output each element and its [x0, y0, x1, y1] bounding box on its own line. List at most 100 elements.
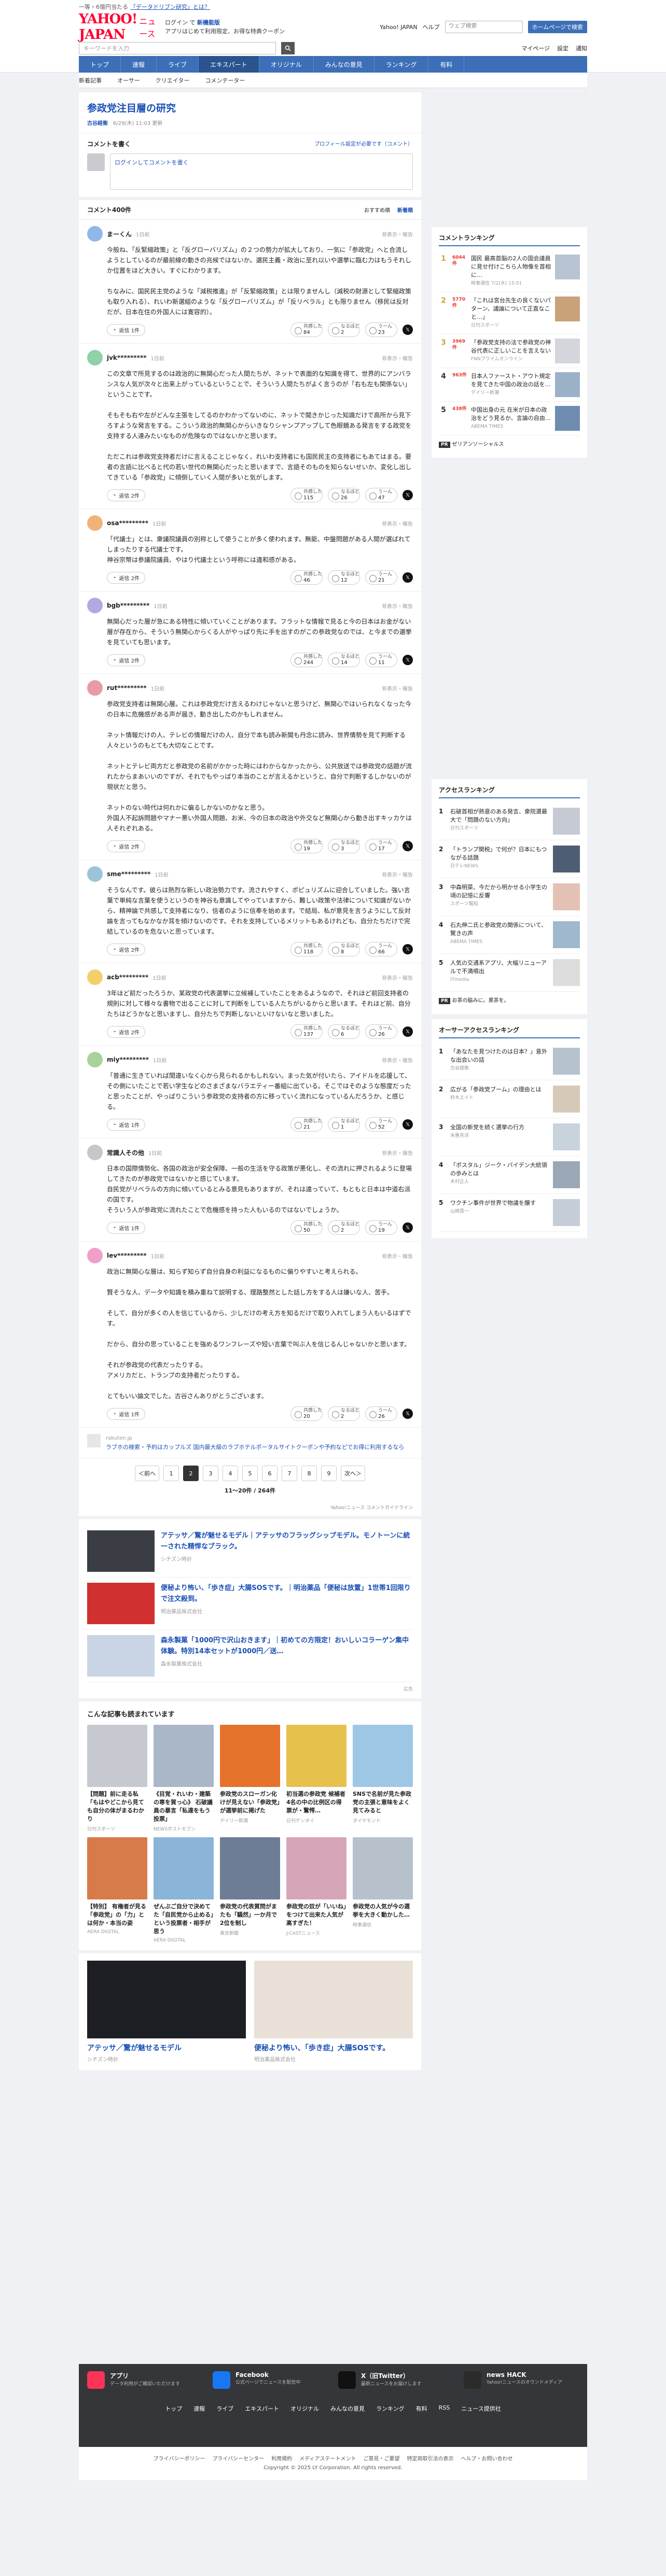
avatar[interactable]	[87, 1052, 103, 1067]
footer-link[interactable]: トップ	[165, 2404, 182, 2413]
x-share-icon[interactable]: 𝕏	[403, 841, 413, 851]
reaction-button[interactable]: うーん 26	[365, 1406, 397, 1421]
reply-button[interactable]: ⌄ 返信 2件	[107, 654, 145, 666]
legal-link[interactable]: プライバシーポリシー	[154, 2454, 205, 2462]
page-button[interactable]: 6	[262, 1466, 278, 1481]
reaction-button[interactable]: 共感した 115	[290, 488, 323, 502]
reaction-button[interactable]: 共感した 137	[290, 1024, 323, 1039]
avatar[interactable]	[87, 866, 103, 882]
nav-tab[interactable]: オリジナル	[259, 56, 314, 73]
side-ad-2[interactable]	[432, 463, 587, 774]
nav-tab[interactable]: トップ	[79, 56, 121, 73]
reply-button[interactable]: ⌄ 返信 1件	[107, 1118, 145, 1131]
page-button[interactable]: 3	[203, 1466, 218, 1481]
report-link[interactable]: 非表示・報告	[382, 1149, 413, 1157]
reaction-button[interactable]: 共感した 19	[290, 839, 323, 853]
reaction-button[interactable]: うーん 23	[365, 322, 397, 337]
comment-user[interactable]: acb*********	[107, 974, 148, 981]
footer-app-link[interactable]: Facebook 公式ページでニュースを配信中	[213, 2371, 328, 2389]
rec-article[interactable]: 参政党の代表質問がまたも「騒然」一か月で2位を制し 東京新聞	[220, 1837, 280, 1943]
pr-item-2[interactable]: PR お茶の脇みに。黒茶を。	[439, 992, 580, 1008]
reply-button[interactable]: ⌄ 返信 1件	[107, 323, 145, 336]
report-link[interactable]: 非表示・報告	[382, 602, 413, 610]
pr-item[interactable]: PR ゼリアンソーシャルス	[439, 435, 580, 452]
footer-link[interactable]: エキスパート	[245, 2404, 279, 2413]
avatar[interactable]	[87, 1145, 103, 1160]
ad-text[interactable]: ラブホの検索・予約はカップルズ 国内最大級のラブホテルポータルサイトクーポンや予…	[106, 1443, 404, 1452]
sort-recommended[interactable]: おすすめ順	[364, 206, 390, 214]
comment-guideline-link[interactable]: Yahoo!ニュース コメントガイドライン	[79, 1502, 421, 1516]
nav-tab[interactable]: みんなの意見	[314, 56, 374, 73]
avatar[interactable]	[87, 969, 103, 985]
reaction-button[interactable]: 共感した 50	[290, 1220, 323, 1235]
page-button[interactable]: 4	[223, 1466, 238, 1481]
report-link[interactable]: 非表示・報告	[382, 519, 413, 527]
rec-article[interactable]: 参政党のスローガン化けが見えない「参政党」が選挙前に掲げた デイリー新潮	[220, 1725, 280, 1832]
footer-link[interactable]: 速報	[193, 2404, 205, 2413]
reply-button[interactable]: ⌄ 返信 2件	[107, 489, 145, 501]
reaction-button[interactable]: なるほど 2	[328, 1220, 360, 1235]
access-ranking-item[interactable]: 4 石丸伸二氏と参政党の関係について、驚きの声 ABEMA TIMES	[439, 916, 580, 954]
reaction-button[interactable]: なるほど 26	[328, 488, 360, 502]
reaction-button[interactable]: 共感した 20	[290, 1406, 323, 1421]
subnav-item[interactable]: 新着記事	[79, 76, 102, 85]
page-button[interactable]: 2	[183, 1466, 199, 1481]
reaction-button[interactable]: なるほど 12	[328, 570, 360, 585]
prev-page-button[interactable]: ＜前へ	[135, 1466, 159, 1481]
reaction-button[interactable]: うーん 11	[365, 653, 397, 667]
comment-user[interactable]: jvk*********	[107, 354, 146, 361]
footer-app-link[interactable]: アプリ データ利用がご確認いただけます	[87, 2371, 202, 2389]
comment-user[interactable]: bgb*********	[107, 602, 149, 609]
author-ranking-item[interactable]: 5 ワクチン事件が世界で物議を醸す 山崎晋一	[439, 1194, 580, 1232]
reply-button[interactable]: ⌄ 返信 2件	[107, 943, 145, 955]
web-search-button[interactable]: ホームページで検索	[528, 21, 587, 33]
reply-button[interactable]: ⌄ 返信 1件	[107, 1407, 145, 1420]
page-button[interactable]: 9	[321, 1466, 337, 1481]
big-ad-item[interactable]: 便秘より怖い、「歩き症」大腸SOSです。 明治薬品株式会社	[254, 1961, 413, 2063]
footer-link[interactable]: 有料	[416, 2404, 427, 2413]
avatar[interactable]	[87, 515, 103, 531]
reaction-button[interactable]: 共感した 21	[290, 1117, 323, 1132]
footer-link[interactable]: オリジナル	[290, 2404, 319, 2413]
article-title[interactable]: 参政党注目層の研究	[87, 101, 413, 115]
legal-link[interactable]: 特定商取引法の表示	[407, 2454, 453, 2462]
comment-ranking-item[interactable]: 3 3969件 「参政党支持の法で参政党の神谷代表に正しいことを言えない FNNプ…	[439, 334, 580, 368]
news-search-input[interactable]: キーワードを入力	[79, 42, 276, 54]
author-ranking-item[interactable]: 3 全国の新党を続く選挙の行方 米重克洋	[439, 1118, 580, 1156]
footer-link[interactable]: ニュース提供社	[461, 2404, 501, 2413]
avatar[interactable]	[87, 1248, 103, 1263]
reply-button[interactable]: ⌄ 返信 2件	[107, 1025, 145, 1038]
legal-link[interactable]: メディアステートメント	[299, 2454, 356, 2462]
footer-app-link[interactable]: news HACK Yahoo!ニュースのオウンドメディア	[464, 2371, 579, 2389]
nav-tab[interactable]: 有料	[428, 56, 465, 73]
reply-button[interactable]: ⌄ 返信 2件	[107, 840, 145, 852]
avatar[interactable]	[87, 350, 103, 365]
comment-user[interactable]: まーくん	[107, 230, 132, 238]
nav-tab[interactable]: ライブ	[157, 56, 199, 73]
comment-ranking-item[interactable]: 5 438件 中国出身の元 在米が日本の政治をどう見るか、言論の自由… ABEMA…	[439, 402, 580, 435]
subnav-item[interactable]: コメンテーター	[205, 76, 245, 85]
access-ranking-item[interactable]: 1 石破首相が熱意のある発言、衆院選最大で「問題のない方向」 日刊スポーツ	[439, 803, 580, 840]
ad-item[interactable]: 森永製菓「1000円で沢山おきます」｜初めての方限定！おいしいコラーゲン集中体験…	[87, 1630, 413, 1682]
yahoo-japan-link[interactable]: Yahoo! JAPAN	[380, 24, 418, 31]
legal-link[interactable]: ご意見・ご要望	[363, 2454, 399, 2462]
subnav-item[interactable]: クリエイター	[156, 76, 190, 85]
report-link[interactable]: 非表示・報告	[382, 1056, 413, 1064]
subnav-item[interactable]: オーサー	[117, 76, 140, 85]
comment-user[interactable]: lev*********	[107, 1252, 147, 1259]
x-share-icon[interactable]: 𝕏	[403, 1222, 413, 1233]
reaction-button[interactable]: うーん 19	[365, 1220, 397, 1235]
next-page-button[interactable]: 次へ＞	[341, 1466, 365, 1481]
comment-user[interactable]: osa*********	[107, 519, 148, 527]
page-button[interactable]: 1	[163, 1466, 179, 1481]
access-ranking-item[interactable]: 2 「トランプ関税」で何が？日本にもつながる話題 日テレNEWS	[439, 840, 580, 878]
reaction-button[interactable]: うーん 26	[365, 1024, 397, 1039]
rec-article[interactable]: 参政党の人気が今の選挙を大きく動かした… 時事通信	[353, 1837, 413, 1943]
x-share-icon[interactable]: 𝕏	[403, 325, 413, 335]
author-ranking-item[interactable]: 4 「ポスタル」ジーク・バイデン大統領の歩みとは 木村正人	[439, 1156, 580, 1194]
comment-user[interactable]: miy*********	[107, 1056, 149, 1063]
comment-user[interactable]: sme*********	[107, 870, 150, 878]
big-ad-item[interactable]: アテッサ／驚が魅せるモデル シチズン時計	[87, 1961, 246, 2063]
footer-link[interactable]: ランキング	[376, 2404, 405, 2413]
x-share-icon[interactable]: 𝕏	[403, 490, 413, 500]
